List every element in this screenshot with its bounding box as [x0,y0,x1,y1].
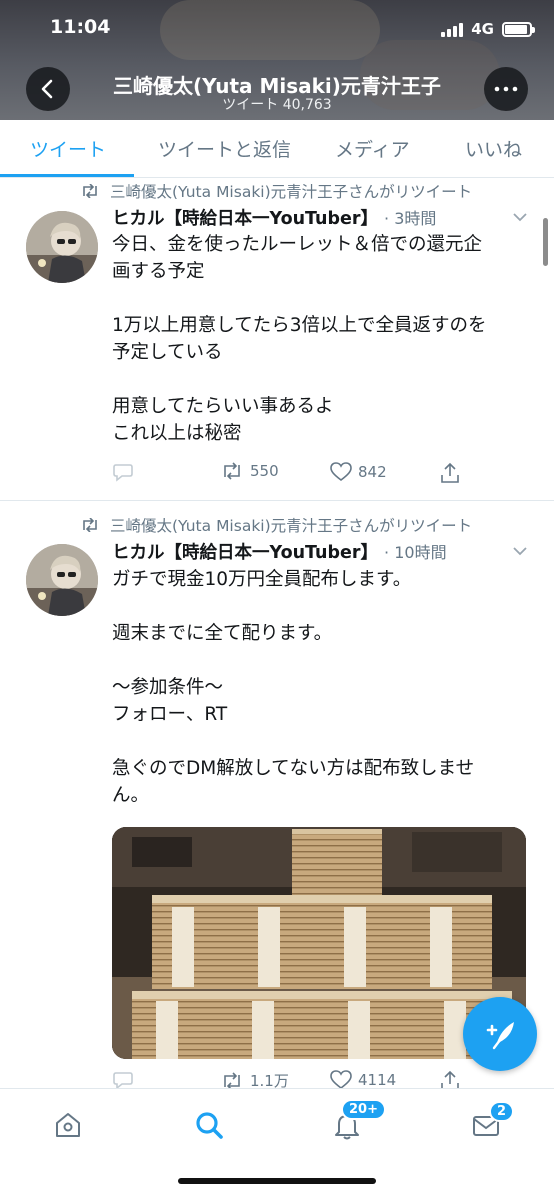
like-button[interactable]: 842 [330,462,387,482]
tweet-timestamp: · 3時間 [384,209,437,228]
retweet-context: 三崎優太(Yuta Misaki)元青汁王子さんがリツイート [80,514,472,536]
home-icon [56,1113,80,1137]
tab-tweets[interactable]: ツイート [30,135,106,162]
tweet-text-line: 〜参加条件〜 [112,677,224,698]
tweet-text-line: 用意してたらいい事あるよ [112,396,334,417]
share-icon [441,462,459,483]
tweet-text-line: ん。 [112,785,150,806]
avatar[interactable] [26,211,98,283]
retweet-count: 550 [250,462,279,480]
tweet-text-line: 1万以上用意してたら3倍以上で全員返すのを [112,315,487,336]
tweet-timestamp: · 10時間 [384,543,447,562]
battery-icon [502,21,535,37]
notifications-badge: 20+ [341,1099,386,1120]
tweet-text-line: ガチで現金10万円全員配布します。 [112,569,412,590]
tab-likes[interactable]: いいね [465,135,522,162]
tweet-author-name[interactable]: ヒカル【時給日本一YouTuber】 [112,205,378,230]
tweet-text-line: 今日、金を使ったルーレット＆倍での還元企 [112,234,483,255]
scrollbar[interactable] [543,218,548,266]
retweet-context-text: 三崎優太(Yuta Misaki)元青汁王子さんがリツイート [110,183,473,201]
heart-icon [330,1070,352,1090]
tweet-text-line: 週末までに全て配ります。 [112,623,333,644]
retweet-icon [83,184,97,198]
tweet-divider [0,500,554,501]
status-time: 11:04 [50,16,111,38]
more-dots-icon [494,86,518,92]
reply-button[interactable] [112,1070,134,1090]
nav-home[interactable] [48,1107,88,1143]
profile-tabs: ツイート ツイートと返信 メディア いいね [0,120,554,178]
tweet-author-row: ヒカル【時給日本一YouTuber】 · 3時間 [112,205,436,230]
more-options-button[interactable] [484,67,528,111]
avatar[interactable] [26,544,98,616]
tweet-text-line: 予定している [112,342,223,363]
like-count: 842 [358,463,387,481]
active-tab-indicator [0,174,134,177]
avatar-image [26,544,98,616]
tweet-text: 今日、金を使ったルーレット＆倍での還元企 画する予定 1万以上用意してたら3倍以… [112,231,532,447]
signal-icon [441,21,464,37]
avatar-image [26,211,98,283]
compose-feather-icon [486,1022,514,1050]
tweet-author-name[interactable]: ヒカル【時給日本一YouTuber】 [112,539,378,564]
nav-search[interactable] [189,1107,229,1143]
tweet-text-line: 画する予定 [112,261,205,282]
chevron-down-icon[interactable] [512,212,528,222]
chevron-down-icon[interactable] [512,546,528,556]
tweet-text-line: これ以上は秘密 [112,423,242,444]
retweet-icon [224,1071,240,1090]
heart-icon [330,462,352,482]
retweet-button[interactable]: 550 [220,462,279,480]
retweet-icon [224,462,240,480]
search-icon [196,1112,223,1139]
home-indicator [178,1178,376,1184]
like-button[interactable]: 4114 [330,1070,396,1090]
reply-icon [113,1072,133,1090]
compose-tweet-button[interactable] [463,997,537,1071]
tweet-count: ツイート 40,763 [222,97,332,113]
tweet-author-row: ヒカル【時給日本一YouTuber】 · 10時間 [112,539,447,564]
retweet-context: 三崎優太(Yuta Misaki)元青汁王子さんがリツイート [80,180,472,202]
header-banner-texture [160,0,380,60]
tweet-text: ガチで現金10万円全員配布します。 週末までに全て配ります。 〜参加条件〜 フォ… [112,566,532,809]
share-button[interactable] [440,462,460,484]
messages-badge: 2 [489,1101,515,1122]
tab-media[interactable]: メディア [335,135,410,162]
tweet-text-line: フォロー、RT [112,704,228,725]
profile-header: 11:04 4G 三崎優太(Yuta Misaki)元青汁王子 ツイート 40,… [0,0,554,120]
reply-button[interactable] [112,462,134,482]
network-type: 4G [471,20,494,38]
tweet-actions: 550 842 [112,462,472,490]
reply-icon [113,464,133,482]
status-indicators: 4G [441,20,535,38]
tab-tweets-and-replies[interactable]: ツイートと返信 [158,135,291,162]
tweet-text-line: 急ぐのでDM解放してない方は配布致しませ [112,758,475,779]
retweet-icon [83,518,97,532]
like-count: 4114 [358,1071,397,1089]
retweet-context-text: 三崎優太(Yuta Misaki)元青汁王子さんがリツイート [110,517,473,535]
